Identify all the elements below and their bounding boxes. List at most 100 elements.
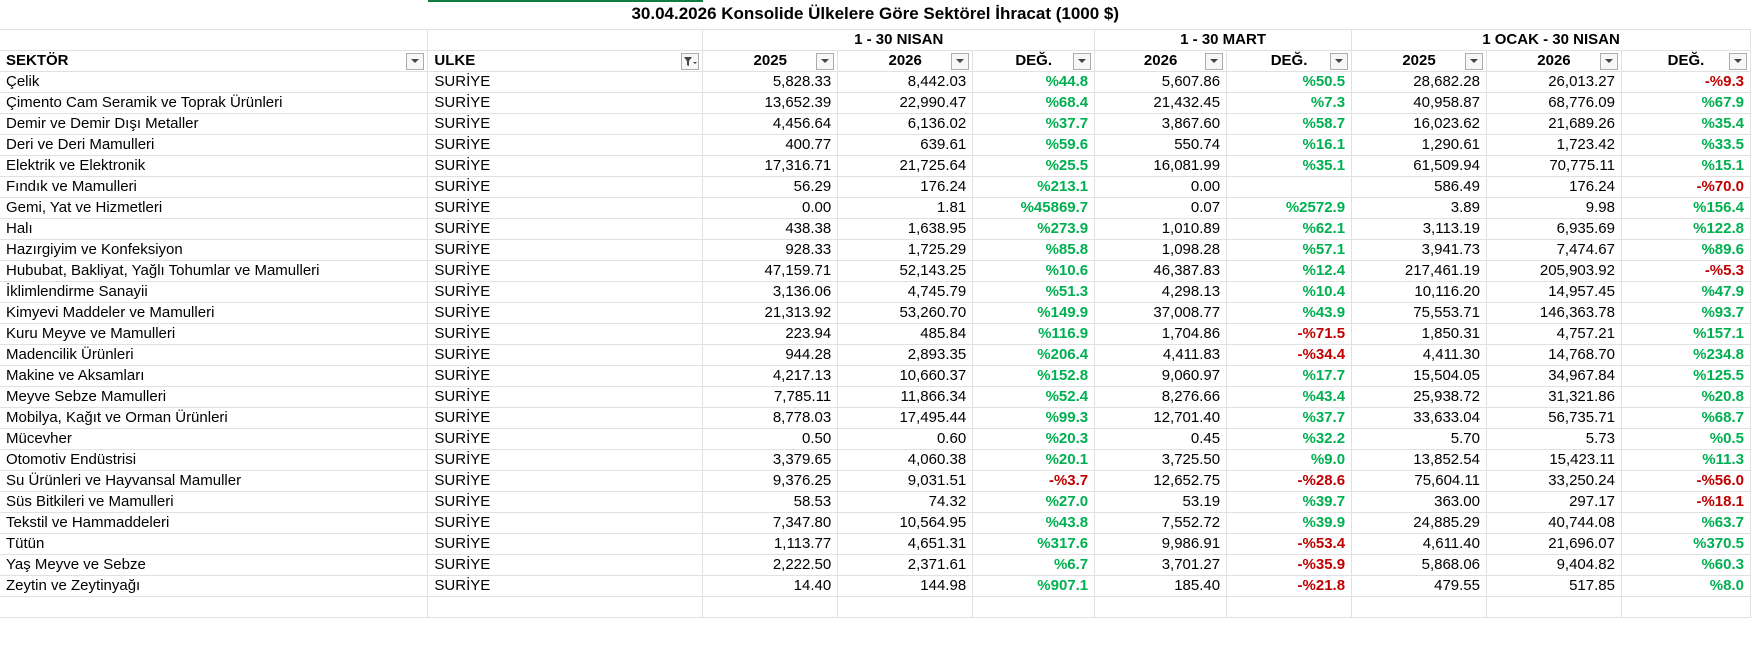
cell-sektor[interactable]: Deri ve Deri Mamulleri xyxy=(0,134,429,156)
cell-ulke[interactable]: SURİYE xyxy=(427,512,704,534)
header-nisan-degisim[interactable]: DEĞ. xyxy=(972,50,1096,72)
header-ocak-nisan-2025[interactable]: 2025 xyxy=(1351,50,1487,72)
dropdown-arrow-icon[interactable] xyxy=(1599,52,1618,70)
cell-ocak-nisan-degisim[interactable]: %63.7 xyxy=(1621,512,1751,534)
cell-nisan-2026[interactable]: 2,371.61 xyxy=(837,554,974,576)
cell-mart-2026[interactable]: 53.19 xyxy=(1094,491,1228,513)
cell-ocak-nisan-degisim[interactable]: %67.9 xyxy=(1621,92,1751,114)
cell-ulke[interactable]: SURİYE xyxy=(427,533,704,555)
cell-mart-2026[interactable]: 9,060.97 xyxy=(1094,365,1228,387)
cell-mart-2026[interactable]: 185.40 xyxy=(1094,575,1228,597)
cell-mart-2026[interactable]: 1,704.86 xyxy=(1094,323,1228,345)
cell-sektor[interactable]: Halı xyxy=(0,218,429,240)
sheet-title[interactable]: 30.04.2026 Konsolide Ülkelere Göre Sektö… xyxy=(0,0,1751,30)
cell-ocak-nisan-2025[interactable]: 1,290.61 xyxy=(1351,134,1487,156)
empty-cell[interactable] xyxy=(1351,596,1487,618)
cell-ocak-nisan-degisim[interactable]: -%18.1 xyxy=(1621,491,1751,513)
cell-ulke[interactable]: SURİYE xyxy=(427,428,704,450)
cell-ocak-nisan-degisim[interactable]: -%9.3 xyxy=(1621,71,1751,93)
cell-ocak-nisan-2026[interactable]: 176.24 xyxy=(1486,176,1622,198)
cell-mart-2026[interactable]: 12,652.75 xyxy=(1094,470,1228,492)
cell-nisan-2026[interactable]: 10,564.95 xyxy=(837,512,974,534)
cell-nisan-2026[interactable]: 21,725.64 xyxy=(837,155,974,177)
cell-nisan-2026[interactable]: 2,893.35 xyxy=(837,344,974,366)
cell-mart-degisim[interactable]: -%28.6 xyxy=(1226,470,1353,492)
header-ulke[interactable]: ULKE xyxy=(427,50,704,72)
header-nisan-2026[interactable]: 2026 xyxy=(837,50,974,72)
cell-nisan-2026[interactable]: 52,143.25 xyxy=(837,260,974,282)
cell-ulke[interactable]: SURİYE xyxy=(427,575,704,597)
cell-nisan-2025[interactable]: 9,376.25 xyxy=(702,470,839,492)
cell-nisan-2025[interactable]: 223.94 xyxy=(702,323,839,345)
cell-ocak-nisan-2025[interactable]: 363.00 xyxy=(1351,491,1487,513)
cell-ocak-nisan-2026[interactable]: 205,903.92 xyxy=(1486,260,1622,282)
cell-ulke[interactable]: SURİYE xyxy=(427,407,704,429)
cell-ocak-nisan-degisim[interactable]: %60.3 xyxy=(1621,554,1751,576)
cell-sektor[interactable]: Su Ürünleri ve Hayvansal Mamuller xyxy=(0,470,429,492)
cell-nisan-2026[interactable]: 11,866.34 xyxy=(837,386,974,408)
cell-nisan-2026[interactable]: 144.98 xyxy=(837,575,974,597)
cell-sektor[interactable]: Hazırgiyim ve Konfeksiyon xyxy=(0,239,429,261)
cell-sektor[interactable]: Fındık ve Mamulleri xyxy=(0,176,429,198)
cell-nisan-degisim[interactable]: %52.4 xyxy=(972,386,1096,408)
cell-nisan-2025[interactable]: 14.40 xyxy=(702,575,839,597)
cell-ocak-nisan-2026[interactable]: 40,744.08 xyxy=(1486,512,1622,534)
cell-mart-2026[interactable]: 37,008.77 xyxy=(1094,302,1228,324)
cell-mart-degisim[interactable]: %9.0 xyxy=(1226,449,1353,471)
empty-cell[interactable] xyxy=(1094,596,1228,618)
cell-ocak-nisan-2025[interactable]: 33,633.04 xyxy=(1351,407,1487,429)
cell-nisan-degisim[interactable]: %45869.7 xyxy=(972,197,1096,219)
cell-ocak-nisan-2026[interactable]: 14,957.45 xyxy=(1486,281,1622,303)
cell-nisan-2026[interactable]: 8,442.03 xyxy=(837,71,974,93)
cell-sektor[interactable]: Yaş Meyve ve Sebze xyxy=(0,554,429,576)
cell-mart-2026[interactable]: 3,867.60 xyxy=(1094,113,1228,135)
cell-ocak-nisan-degisim[interactable]: %157.1 xyxy=(1621,323,1751,345)
cell-ocak-nisan-2026[interactable]: 26,013.27 xyxy=(1486,71,1622,93)
cell-ocak-nisan-degisim[interactable]: %8.0 xyxy=(1621,575,1751,597)
cell-ulke[interactable]: SURİYE xyxy=(427,260,704,282)
cell-nisan-2025[interactable]: 7,785.11 xyxy=(702,386,839,408)
cell-ocak-nisan-degisim[interactable]: %125.5 xyxy=(1621,365,1751,387)
cell-mart-degisim[interactable]: %32.2 xyxy=(1226,428,1353,450)
cell-nisan-degisim[interactable]: %59.6 xyxy=(972,134,1096,156)
cell-nisan-2025[interactable]: 58.53 xyxy=(702,491,839,513)
cell-mart-2026[interactable]: 1,098.28 xyxy=(1094,239,1228,261)
cell-ulke[interactable]: SURİYE xyxy=(427,302,704,324)
cell-mart-2026[interactable]: 3,725.50 xyxy=(1094,449,1228,471)
cell-ocak-nisan-2025[interactable]: 28,682.28 xyxy=(1351,71,1487,93)
cell-mart-degisim[interactable]: %17.7 xyxy=(1226,365,1353,387)
cell-ulke[interactable]: SURİYE xyxy=(427,239,704,261)
cell-nisan-degisim[interactable]: %85.8 xyxy=(972,239,1096,261)
cell-ocak-nisan-degisim[interactable]: %15.1 xyxy=(1621,155,1751,177)
cell-ulke[interactable]: SURİYE xyxy=(427,470,704,492)
cell-nisan-degisim[interactable]: %20.3 xyxy=(972,428,1096,450)
cell-mart-degisim[interactable]: %43.4 xyxy=(1226,386,1353,408)
empty-cell[interactable] xyxy=(1621,596,1751,618)
cell-mart-degisim[interactable] xyxy=(1226,176,1353,198)
filter-active-icon[interactable] xyxy=(681,52,700,70)
cell-ocak-nisan-degisim[interactable]: -%5.3 xyxy=(1621,260,1751,282)
cell-sektor[interactable]: Kuru Meyve ve Mamulleri xyxy=(0,323,429,345)
cell-ocak-nisan-2025[interactable]: 479.55 xyxy=(1351,575,1487,597)
group-header-nisan[interactable]: 1 - 30 NISAN xyxy=(702,29,1096,51)
cell-ocak-nisan-2026[interactable]: 5.73 xyxy=(1486,428,1622,450)
cell-ocak-nisan-2026[interactable]: 34,967.84 xyxy=(1486,365,1622,387)
cell-nisan-degisim[interactable]: %44.8 xyxy=(972,71,1096,93)
cell-mart-degisim[interactable]: -%34.4 xyxy=(1226,344,1353,366)
cell-nisan-2026[interactable]: 4,060.38 xyxy=(837,449,974,471)
cell-ocak-nisan-degisim[interactable]: %122.8 xyxy=(1621,218,1751,240)
cell-mart-degisim[interactable]: %39.9 xyxy=(1226,512,1353,534)
cell-nisan-degisim[interactable]: -%3.7 xyxy=(972,470,1096,492)
cell-nisan-2025[interactable]: 400.77 xyxy=(702,134,839,156)
cell-ulke[interactable]: SURİYE xyxy=(427,449,704,471)
cell-mart-2026[interactable]: 0.07 xyxy=(1094,197,1228,219)
cell-ocak-nisan-degisim[interactable]: %370.5 xyxy=(1621,533,1751,555)
cell-nisan-2026[interactable]: 22,990.47 xyxy=(837,92,974,114)
empty-cell[interactable] xyxy=(0,596,429,618)
cell-mart-degisim[interactable]: %62.1 xyxy=(1226,218,1353,240)
cell-ocak-nisan-2025[interactable]: 5,868.06 xyxy=(1351,554,1487,576)
cell-nisan-degisim[interactable]: %68.4 xyxy=(972,92,1096,114)
group-header-mart[interactable]: 1 - 30 MART xyxy=(1094,29,1353,51)
cell-ocak-nisan-2025[interactable]: 15,504.05 xyxy=(1351,365,1487,387)
cell-sektor[interactable]: Otomotiv Endüstrisi xyxy=(0,449,429,471)
